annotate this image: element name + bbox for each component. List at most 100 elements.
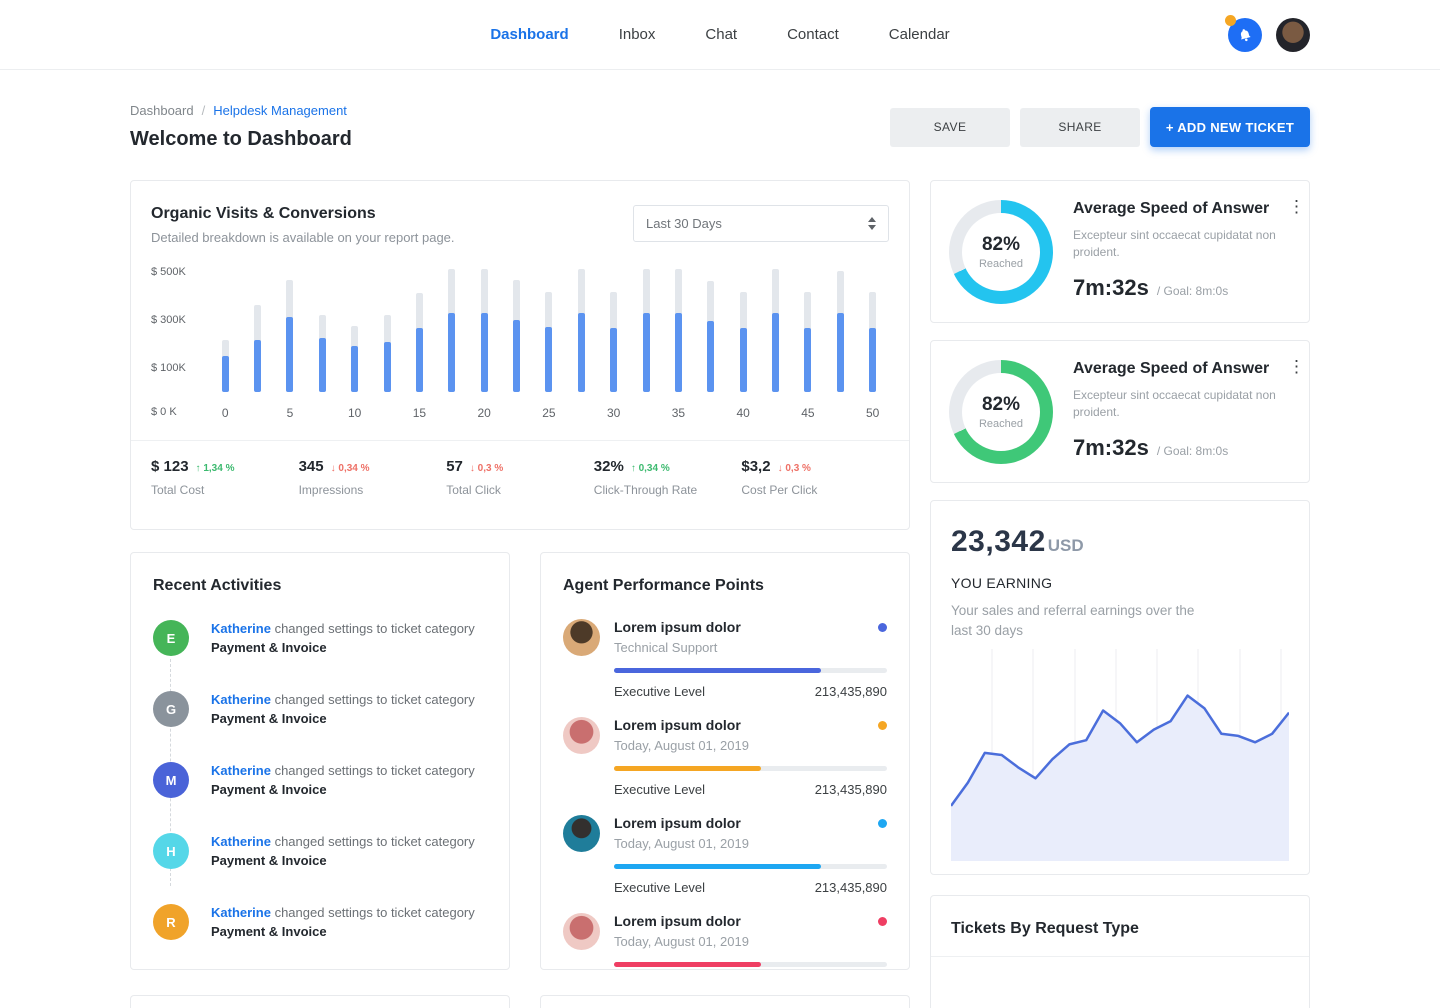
- share-button[interactable]: SHARE: [1020, 108, 1140, 147]
- page-title: Welcome to Dashboard: [130, 128, 352, 151]
- breadcrumb: Dashboard / Helpdesk Management: [130, 103, 352, 118]
- bar-slot: [436, 267, 468, 392]
- bar-chart-y-axis: $ 500K$ 300K$ 100K: [151, 267, 209, 392]
- x-tick-label: 45: [792, 406, 824, 420]
- bar-slot: [695, 267, 727, 392]
- agent-level: Executive Level: [614, 880, 705, 895]
- asa-donut-1: 82% Reached: [949, 200, 1053, 304]
- agent-performance-title: Agent Performance Points: [563, 577, 887, 595]
- bar-chart-x-axis: 05101520253035404550: [209, 406, 889, 420]
- organic-card-title: Organic Visits & Conversions: [151, 205, 455, 223]
- nav-item-chat[interactable]: Chat: [705, 26, 737, 43]
- activity-actor-link[interactable]: Katherine: [211, 763, 271, 778]
- earnings-card: 23,342 USD YOU EARNING Your sales and re…: [930, 500, 1310, 875]
- agent-row: Lorem ipsum dolorToday, August 01, 2019E…: [563, 895, 887, 970]
- bar-slot: [403, 267, 435, 392]
- stat-value: 32%: [594, 458, 624, 475]
- user-avatar[interactable]: [1276, 18, 1310, 52]
- asa-card-title: Average Speed of Answer: [1073, 200, 1303, 218]
- agent-subtitle: Today, August 01, 2019: [614, 738, 887, 753]
- asa-percent: 82%: [982, 394, 1020, 416]
- tickets-by-request-type-card: Tickets By Request Type: [930, 895, 1310, 1008]
- activity-actor-link[interactable]: Katherine: [211, 834, 271, 849]
- status-dot: [878, 721, 887, 730]
- agent-name-row: Lorem ipsum dolor: [614, 815, 887, 831]
- date-range-select[interactable]: Last 30 Days: [633, 205, 889, 242]
- x-tick-label: [500, 406, 532, 420]
- average-speed-card-1: 82% Reached Average Speed of Answer ⋮ Ex…: [930, 180, 1310, 323]
- list-item: GKatherine changed settings to ticket ca…: [153, 690, 487, 728]
- x-tick-label: 10: [339, 406, 371, 420]
- bar-reached: [837, 313, 844, 392]
- stat-top: 345↓ 0,34 %: [299, 458, 447, 475]
- agent-level: Executive Level: [614, 684, 705, 699]
- bar-slot: [241, 267, 273, 392]
- bar-total: [416, 293, 423, 392]
- bar-reached: [643, 313, 650, 392]
- agent-progress-track: [614, 962, 887, 967]
- agent-level: Executive Level: [614, 782, 705, 797]
- bar-slot: [565, 267, 597, 392]
- stat-click-through-rate: 32%↑ 0,34 %Click-Through Rate: [594, 458, 742, 497]
- date-range-value: Last 30 Days: [646, 216, 722, 231]
- bar-reached: [707, 321, 714, 392]
- bar-total: [254, 305, 261, 392]
- agent-progress-fill: [614, 668, 821, 673]
- y-tick-label: $ 300K: [151, 314, 186, 326]
- agent-meta: Lorem ipsum dolorToday, August 01, 2019: [614, 815, 887, 852]
- save-button[interactable]: SAVE: [890, 108, 1010, 147]
- kebab-menu-icon[interactable]: ⋮: [1288, 200, 1305, 214]
- bar-total: [545, 292, 552, 392]
- agent-row: Lorem ipsum dolorToday, August 01, 2019 E…: [563, 797, 887, 895]
- avatar: [563, 717, 600, 754]
- agent-points: 213,435,890: [815, 880, 887, 895]
- main-nav: Dashboard Inbox Chat Contact Calendar: [490, 26, 949, 43]
- agent-name-row: Lorem ipsum dolor: [614, 619, 887, 635]
- status-dot: [878, 819, 887, 828]
- tickets-chart-area: [931, 957, 1309, 1008]
- agent-name: Lorem ipsum dolor: [614, 619, 741, 635]
- activity-actor-link[interactable]: Katherine: [211, 692, 271, 707]
- activity-actor-link[interactable]: Katherine: [211, 621, 271, 636]
- bar-total: [351, 326, 358, 392]
- nav-item-dashboard[interactable]: Dashboard: [490, 26, 568, 43]
- bar-reached: [222, 356, 229, 392]
- bar-slot: [824, 267, 856, 392]
- bar-reached: [254, 340, 261, 392]
- organic-bar-chart: $ 500K$ 300K$ 100K: [151, 267, 889, 392]
- earning-label: YOU EARNING: [951, 575, 1289, 591]
- agent-list: Lorem ipsum dolor Technical Support Execut…: [563, 601, 887, 970]
- agent-performance-card: Agent Performance Points Lorem ipsum dol…: [540, 552, 910, 970]
- activity-text: Katherine changed settings to ticket cat…: [211, 832, 475, 870]
- cutoff-card-left: [130, 995, 510, 1008]
- bar-total: [286, 280, 293, 392]
- bar-total: [222, 340, 229, 392]
- stat-value: $3,2: [741, 458, 770, 475]
- agent-points: 213,435,890: [815, 684, 887, 699]
- bar-slot: [598, 267, 630, 392]
- avatar: H: [153, 833, 189, 869]
- asa-time-value: 7m:32s: [1073, 435, 1149, 461]
- stat-value: 345: [299, 458, 324, 475]
- x-tick-label: 40: [727, 406, 759, 420]
- kebab-menu-icon[interactable]: ⋮: [1288, 360, 1305, 374]
- agent-subtitle: Technical Support: [614, 640, 887, 655]
- bar-reached: [545, 327, 552, 392]
- nav-item-inbox[interactable]: Inbox: [619, 26, 656, 43]
- x-tick-label: [306, 406, 338, 420]
- asa-goal-label: / Goal: 8m:0s: [1157, 444, 1228, 458]
- bar-reached: [286, 317, 293, 392]
- nav-item-calendar[interactable]: Calendar: [889, 26, 950, 43]
- notifications-button[interactable]: [1228, 18, 1262, 52]
- stat-label: Total Cost: [151, 483, 299, 497]
- x-tick-label: [241, 406, 273, 420]
- stat-value: 57: [446, 458, 463, 475]
- add-new-ticket-button[interactable]: + ADD NEW TICKET: [1150, 107, 1310, 147]
- activity-actor-link[interactable]: Katherine: [211, 905, 271, 920]
- x-tick-label: 30: [598, 406, 630, 420]
- asa-donut-2: 82% Reached: [949, 360, 1053, 464]
- nav-item-contact[interactable]: Contact: [787, 26, 839, 43]
- breadcrumb-dashboard[interactable]: Dashboard: [130, 103, 194, 118]
- breadcrumb-helpdesk-management[interactable]: Helpdesk Management: [213, 103, 347, 118]
- bar-total: [319, 315, 326, 392]
